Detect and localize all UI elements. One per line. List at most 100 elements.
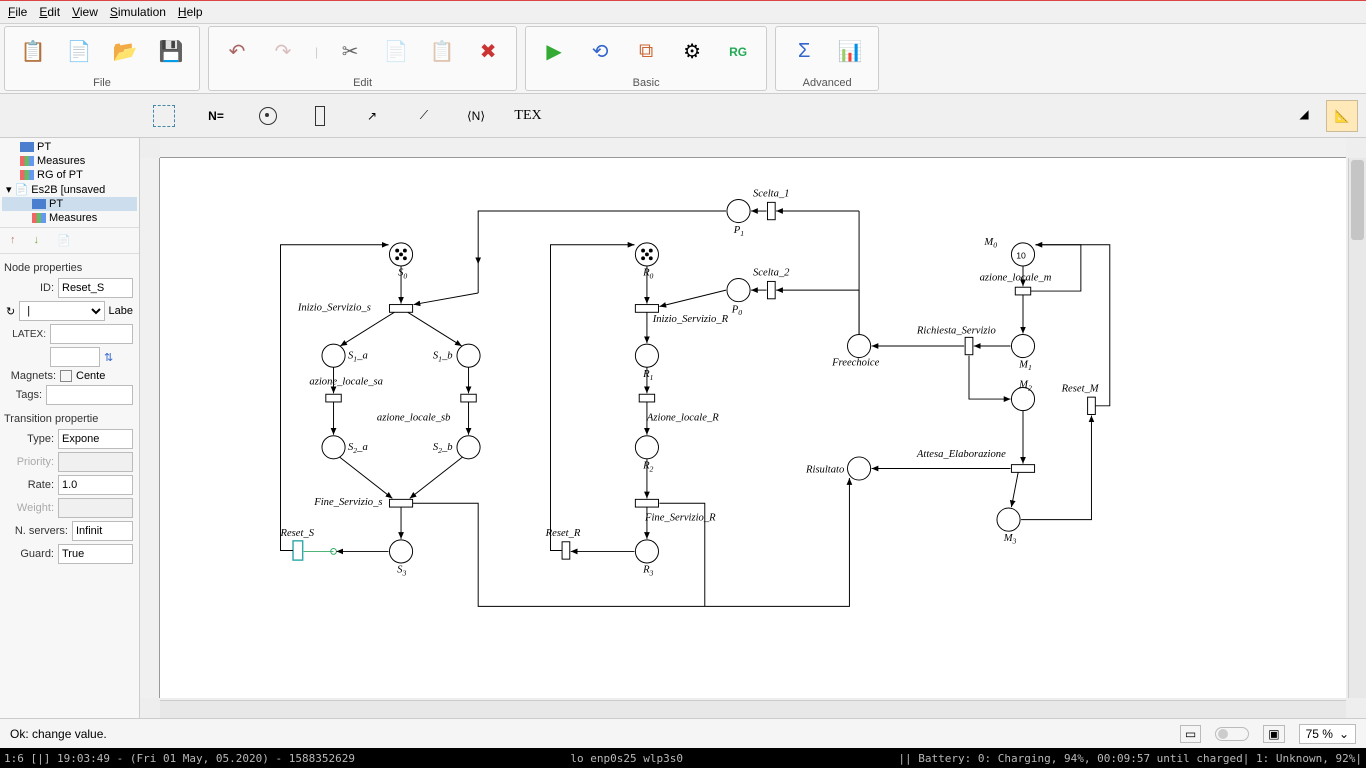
svg-text:S3: S3 xyxy=(397,565,406,578)
redo-icon[interactable]: ↷ xyxy=(269,38,297,66)
canvas[interactable]: Scelta_1 P1 S0 Inizio_Servizio_s xyxy=(160,158,1346,698)
menu-help[interactable]: Help xyxy=(178,5,203,19)
inhibitor-arc-tool[interactable]: ⟋ xyxy=(410,102,438,130)
rotation-select[interactable]: | xyxy=(19,301,104,321)
move-up-icon[interactable]: ↑ xyxy=(10,234,16,247)
weight-input xyxy=(58,498,133,518)
svg-text:Reset_S: Reset_S xyxy=(280,528,315,539)
new-page-icon[interactable]: 📄 xyxy=(65,38,93,66)
svg-text:S2_a: S2_a xyxy=(348,442,368,455)
left-panel: PT Measures RG of PT ▾ 📄 Es2B [unsaved P… xyxy=(0,138,140,718)
id-input[interactable] xyxy=(58,278,133,298)
sysbar-mid: lo enp0s25 wlp3s0 xyxy=(570,752,683,765)
zoom-toggle[interactable] xyxy=(1215,727,1249,741)
zoom-in-icon[interactable]: ▣ xyxy=(1263,725,1284,743)
sigma-icon[interactable]: Σ xyxy=(790,38,818,66)
eraser-icon[interactable]: ◢ xyxy=(1290,100,1318,128)
scrollbar-horizontal[interactable] xyxy=(160,700,1346,718)
tree-rg-of-pt[interactable]: RG of PT xyxy=(2,168,137,182)
svg-text:Risultato: Risultato xyxy=(805,464,844,475)
svg-text:Freechoice: Freechoice xyxy=(831,357,880,368)
menu-view[interactable]: View xyxy=(72,5,98,19)
tree-measures[interactable]: Measures xyxy=(2,154,137,168)
toolbar-group-basic: ▶ ⟲ ⧉ ⚙ RG Basic xyxy=(525,26,767,91)
guard-input[interactable] xyxy=(58,544,133,564)
tree-es2b-pt[interactable]: PT xyxy=(2,197,137,211)
new-project-icon[interactable]: 📋 xyxy=(19,38,47,66)
spinner-icon[interactable]: ⇅ xyxy=(104,351,113,364)
arc-tool[interactable]: ↗ xyxy=(358,102,386,130)
ruler-icon[interactable]: 📐 xyxy=(1326,100,1358,132)
save-all-icon[interactable]: 💾 xyxy=(157,38,185,66)
tree-pt[interactable]: PT xyxy=(2,140,137,154)
rotate-icon[interactable]: ↻ xyxy=(6,305,15,318)
toolbar-label-basic: Basic xyxy=(526,76,766,90)
svg-text:R2: R2 xyxy=(642,461,653,474)
toolbar-label-edit: Edit xyxy=(209,76,516,90)
menubar: File Edit View Simulation Help xyxy=(0,0,1366,24)
delete-icon[interactable]: ✖ xyxy=(474,38,502,66)
svg-text:S1_b: S1_b xyxy=(433,351,453,364)
copy-icon[interactable]: 📄 xyxy=(382,38,410,66)
zoom-combo[interactable]: 75 %⌄ xyxy=(1299,724,1356,744)
svg-text:R3: R3 xyxy=(642,565,653,578)
tree-es2b[interactable]: ▾ 📄 Es2B [unsaved xyxy=(2,182,137,197)
paste-icon[interactable]: 📋 xyxy=(428,38,456,66)
servers-input[interactable] xyxy=(72,521,133,541)
magnet-checkbox[interactable] xyxy=(60,370,72,382)
ruler-horizontal xyxy=(160,138,1346,158)
svg-text:M1: M1 xyxy=(1018,359,1032,372)
svg-text:Scelta_2: Scelta_2 xyxy=(753,268,790,279)
tool-basic-2-icon[interactable]: ⟲ xyxy=(586,38,614,66)
tree-es2b-measures[interactable]: Measures xyxy=(2,211,137,225)
angle-n-tool[interactable]: ⟨N⟩ xyxy=(462,102,490,130)
menu-file[interactable]: File xyxy=(8,5,27,19)
menu-edit[interactable]: Edit xyxy=(39,5,60,19)
zoom-out-icon[interactable]: ▭ xyxy=(1180,725,1201,743)
svg-text:Fine_Servizio_s: Fine_Servizio_s xyxy=(313,497,382,508)
latex-input[interactable] xyxy=(50,324,133,344)
priority-input xyxy=(58,452,133,472)
svg-text:S0: S0 xyxy=(398,268,407,281)
tex-tool[interactable]: TEX xyxy=(514,102,542,130)
type-input[interactable] xyxy=(58,429,133,449)
undo-icon[interactable]: ↶ xyxy=(223,38,251,66)
tool-basic-4-icon[interactable]: ⚙ xyxy=(678,38,706,66)
svg-text:10: 10 xyxy=(1016,250,1026,260)
svg-text:Scelta_1: Scelta_1 xyxy=(753,189,789,200)
svg-text:Richiesta_Servizio: Richiesta_Servizio xyxy=(916,326,996,337)
menu-simulation[interactable]: Simulation xyxy=(110,5,166,19)
svg-text:azione_locale_m: azione_locale_m xyxy=(980,272,1052,283)
aux-input[interactable] xyxy=(50,347,100,367)
svg-text:S1_a: S1_a xyxy=(348,351,368,364)
tags-input[interactable] xyxy=(46,385,133,405)
drawing-toolbar: N= ↗ ⟋ ⟨N⟩ TEX ◢ 📐 xyxy=(0,94,1366,138)
transition-properties-label: Transition propertie xyxy=(4,413,133,425)
svg-text:S2_b: S2_b xyxy=(433,442,453,455)
canvas-area: Scelta_1 P1 S0 Inizio_Servizio_s xyxy=(140,138,1366,718)
play-icon[interactable]: ▶ xyxy=(540,38,568,66)
transition-tool[interactable] xyxy=(306,102,334,130)
open-icon[interactable]: 📂 xyxy=(111,38,139,66)
toolbar-group-edit: ↶ ↷ | ✂ 📄 📋 ✖ Edit xyxy=(208,26,517,91)
svg-text:Azione_locale_R: Azione_locale_R xyxy=(646,412,719,423)
main-toolbar: 📋 📄 📂 💾 File ↶ ↷ | ✂ 📄 📋 ✖ Edit ▶ ⟲ ⧉ ⚙ … xyxy=(0,24,1366,94)
tool-basic-rg-icon[interactable]: RG xyxy=(724,38,752,66)
place-tool[interactable] xyxy=(254,102,282,130)
status-message: Ok: change value. xyxy=(10,727,107,741)
move-down-icon[interactable]: ↓ xyxy=(34,234,40,247)
n-equals-tool[interactable]: N= xyxy=(202,102,230,130)
svg-text:Inizio_Servizio_R: Inizio_Servizio_R xyxy=(652,314,729,325)
select-tool[interactable] xyxy=(150,102,178,130)
tool-basic-3-icon[interactable]: ⧉ xyxy=(632,38,660,66)
svg-text:R0: R0 xyxy=(642,268,653,281)
rate-input[interactable] xyxy=(58,475,133,495)
duplicate-icon[interactable]: 📄 xyxy=(57,234,71,247)
sysbar-right: || Battery: 0: Charging, 94%, 00:09:57 u… xyxy=(898,752,1362,765)
scrollbar-vertical[interactable] xyxy=(1348,158,1366,698)
toolbar-group-advanced: Σ 📊 Advanced xyxy=(775,26,879,91)
svg-text:Attesa_Elaborazione: Attesa_Elaborazione xyxy=(916,449,1006,460)
tool-adv-2-icon[interactable]: 📊 xyxy=(836,38,864,66)
toolbar-group-file: 📋 📄 📂 💾 File xyxy=(4,26,200,91)
cut-icon[interactable]: ✂ xyxy=(336,38,364,66)
